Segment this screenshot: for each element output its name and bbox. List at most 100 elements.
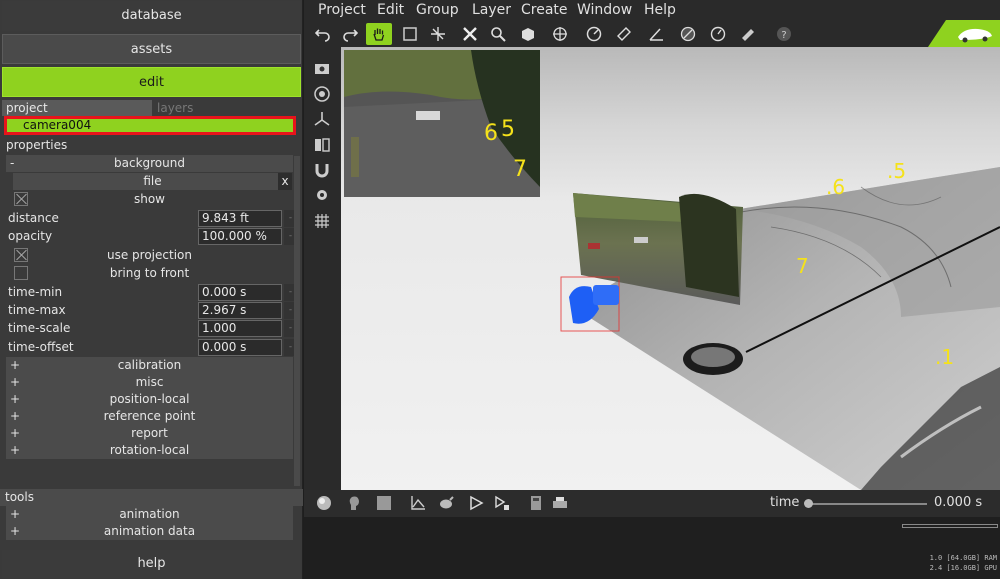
material-icon[interactable] xyxy=(376,495,392,511)
menu-help[interactable]: Help xyxy=(644,2,676,18)
file-clear-button[interactable]: x xyxy=(278,173,292,190)
opacity-input[interactable]: 100.000 % xyxy=(198,228,282,245)
opacity-label: opacity xyxy=(8,229,53,243)
time-max-input[interactable]: 2.967 s xyxy=(198,302,282,319)
expand-icon: + xyxy=(10,426,21,440)
delete-icon[interactable] xyxy=(462,26,478,42)
layers-icon[interactable] xyxy=(313,136,331,154)
file-field[interactable]: file x xyxy=(13,173,292,190)
inset-label-7: 7 xyxy=(513,157,527,182)
print-icon[interactable] xyxy=(552,495,568,511)
ruler-icon[interactable] xyxy=(680,26,696,42)
section-background[interactable]: - background xyxy=(6,155,293,172)
time-scale-input[interactable]: 1.000 xyxy=(198,320,282,337)
select-box-icon[interactable] xyxy=(402,26,418,42)
gpu-stat: 2.4 [16.0GB] GPU xyxy=(929,564,997,572)
magnet-icon[interactable] xyxy=(313,161,331,179)
brand-logo xyxy=(928,20,1000,47)
menu-window[interactable]: Window xyxy=(577,2,632,18)
left-panel: database assets edit project layers came… xyxy=(0,0,303,579)
play-icon[interactable] xyxy=(468,495,484,511)
time-max-label: time-max xyxy=(8,303,66,317)
ram-stat: 1.0 [64.0GB] RAM xyxy=(929,554,997,562)
time-offset-row: time-offset 0.000 s - xyxy=(6,339,297,356)
memory-stats: 1.0 [64.0GB] RAM 2.4 [16.0GB] GPU xyxy=(930,553,997,573)
project-item-selected[interactable]: camera004 xyxy=(4,116,296,135)
section-rotation-local[interactable]: + rotation-local xyxy=(6,442,293,459)
grid-icon[interactable] xyxy=(313,212,331,230)
opacity-row: opacity 100.000 % - xyxy=(6,228,297,245)
help-icon[interactable]: ? xyxy=(776,26,792,42)
redo-icon[interactable] xyxy=(342,26,359,42)
hand-icon[interactable] xyxy=(366,23,392,45)
orbit-icon[interactable] xyxy=(313,85,331,103)
menu-layer[interactable]: Layer xyxy=(472,2,511,18)
menu-create[interactable]: Create xyxy=(521,2,568,18)
section-label: animation data xyxy=(103,524,196,538)
time-min-row: time-min 0.000 s - xyxy=(6,284,297,301)
section-label: reference point xyxy=(103,409,196,423)
edit-button[interactable]: edit xyxy=(2,67,301,97)
expand-icon: + xyxy=(10,524,21,538)
bring-to-front-label: bring to front xyxy=(109,266,190,280)
tab-project[interactable]: project xyxy=(2,100,152,116)
expand-icon: + xyxy=(10,507,21,521)
section-reference-point[interactable]: + reference point xyxy=(6,408,293,425)
undo-icon[interactable] xyxy=(314,26,331,42)
section-animation-data[interactable]: + animation data xyxy=(6,523,293,540)
database-button[interactable]: database xyxy=(2,1,301,31)
move-icon[interactable] xyxy=(552,26,568,42)
section-misc[interactable]: + misc xyxy=(6,374,293,391)
properties-title: properties xyxy=(6,138,68,152)
help-button[interactable]: help xyxy=(2,550,301,578)
time-min-input[interactable]: 0.000 s xyxy=(198,284,282,301)
time-value: 0.000 s xyxy=(934,495,983,510)
expand-icon: + xyxy=(10,443,21,457)
time-offset-input[interactable]: 0.000 s xyxy=(198,339,282,356)
time-slider-handle[interactable] xyxy=(804,499,813,508)
section-calibration[interactable]: + calibration xyxy=(6,357,293,374)
assets-button[interactable]: assets xyxy=(2,34,301,64)
section-position-local[interactable]: + position-local xyxy=(6,391,293,408)
animal-icon[interactable] xyxy=(438,495,454,511)
expand-icon: + xyxy=(10,392,21,406)
menu-project[interactable]: Project xyxy=(318,2,366,18)
clock-icon[interactable] xyxy=(710,26,726,42)
distance-input[interactable]: 9.843 ft xyxy=(198,210,282,227)
time-slider-track[interactable] xyxy=(809,503,927,505)
scene-label-1: .1 xyxy=(935,345,955,369)
cube-icon[interactable] xyxy=(520,26,536,42)
settings-icon[interactable] xyxy=(313,186,331,204)
timeline-scrub-bar[interactable] xyxy=(902,524,998,528)
tab-layers[interactable]: layers xyxy=(153,100,301,116)
zoom-icon[interactable] xyxy=(490,26,506,42)
angle-icon[interactable] xyxy=(648,26,664,42)
time-scale-row: time-scale 1.000 - xyxy=(6,320,297,337)
measure-icon[interactable] xyxy=(586,26,602,42)
bring-to-front-row: bring to front xyxy=(6,265,293,282)
viewport-scene xyxy=(344,50,1000,490)
section-label: misc xyxy=(135,375,164,389)
calculator-icon[interactable] xyxy=(528,495,544,511)
show-row: show xyxy=(6,191,293,208)
tools-title: tools xyxy=(0,489,303,506)
tape-icon[interactable] xyxy=(616,26,632,42)
axes-icon[interactable] xyxy=(313,110,331,128)
pen-icon[interactable] xyxy=(740,26,756,42)
menu-edit[interactable]: Edit xyxy=(377,2,404,18)
3d-viewport[interactable]: 6 5 7 .6 .5 7 .1 xyxy=(341,47,1000,490)
panel-tabs: project layers xyxy=(2,100,301,116)
time-label: time xyxy=(770,495,800,510)
properties-scrollbar[interactable] xyxy=(294,156,300,486)
camera-icon[interactable] xyxy=(313,60,331,78)
collapse-icon: - xyxy=(10,156,15,170)
shading-icon[interactable] xyxy=(316,495,332,511)
graph-icon[interactable] xyxy=(410,495,426,511)
transform-icon[interactable] xyxy=(430,26,446,42)
head-icon[interactable] xyxy=(346,495,362,511)
section-animation[interactable]: + animation xyxy=(6,506,293,523)
section-label: rotation-local xyxy=(109,443,190,457)
menu-group[interactable]: Group xyxy=(416,2,459,18)
section-report[interactable]: + report xyxy=(6,425,293,442)
play-end-icon[interactable] xyxy=(494,495,510,511)
